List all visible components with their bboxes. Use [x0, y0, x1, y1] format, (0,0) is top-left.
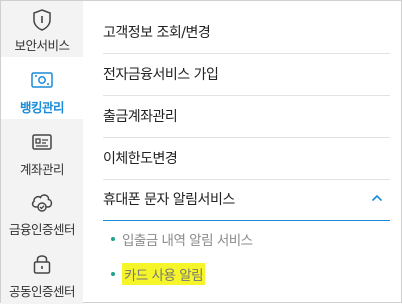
submenu-item-transaction-alert[interactable]: 입출금 내역 알림 서비스 — [111, 229, 253, 249]
menu-item-label: 이체한도변경 — [103, 150, 178, 167]
sidebar-item-finance-cert[interactable]: 금융인증센터 — [1, 179, 83, 239]
sidebar-item-label: 금융인증센터 — [8, 222, 76, 237]
submenu-item-label: 카드 사용 알림 — [122, 263, 206, 285]
chevron-up-icon[interactable] — [370, 191, 384, 205]
money-card-icon — [29, 67, 55, 93]
sidebar-item-label: 계좌관리 — [19, 162, 65, 177]
sidebar-item-account[interactable]: 계좌관리 — [1, 119, 83, 179]
menu-item-withdrawal-account[interactable]: 출금계좌관리 — [103, 94, 390, 138]
lock-icon — [29, 251, 55, 277]
sidebar-item-banking[interactable]: 뱅킹관리 — [1, 57, 83, 119]
menu-item-e-finance-join[interactable]: 전자금융서비스 가입 — [103, 52, 390, 96]
sidebar: 보안서비스 뱅킹관리 계좌관리 금융인증센터 공동인증센터 — [1, 1, 83, 304]
sidebar-item-joint-cert[interactable]: 공동인증센터 — [1, 239, 83, 304]
cloud-check-icon — [29, 189, 55, 215]
bullet-dot — [111, 237, 115, 241]
sidebar-item-label: 공동인증센터 — [8, 284, 76, 299]
submenu-item-label: 입출금 내역 알림 서비스 — [122, 233, 253, 249]
menu-item-label: 출금계좌관리 — [103, 108, 178, 125]
account-card-icon — [29, 129, 55, 155]
app-frame: 보안서비스 뱅킹관리 계좌관리 금융인증센터 공동인증센터 고객정보 조회/변경… — [0, 0, 402, 304]
sidebar-item-label: 뱅킹관리 — [19, 100, 65, 115]
menu-item-sms-alert[interactable]: 휴대폰 문자 알림서비스 — [103, 177, 390, 221]
menu-item-label: 고객정보 조회/변경 — [103, 24, 211, 41]
menu-item-customer-info[interactable]: 고객정보 조회/변경 — [103, 10, 390, 54]
banking-submenu: 고객정보 조회/변경 전자금융서비스 가입 출금계좌관리 이체한도변경 휴대폰 … — [83, 1, 402, 304]
shield-icon — [29, 7, 55, 33]
menu-item-label: 전자금융서비스 가입 — [103, 66, 219, 83]
sidebar-item-label: 보안서비스 — [14, 38, 70, 53]
menu-item-transfer-limit[interactable]: 이체한도변경 — [103, 136, 390, 180]
submenu-item-card-alert[interactable]: 카드 사용 알림 — [111, 263, 206, 285]
menu-item-label: 휴대폰 문자 알림서비스 — [103, 191, 235, 208]
sidebar-item-security[interactable]: 보안서비스 — [1, 1, 83, 56]
bullet-dot — [111, 272, 115, 276]
